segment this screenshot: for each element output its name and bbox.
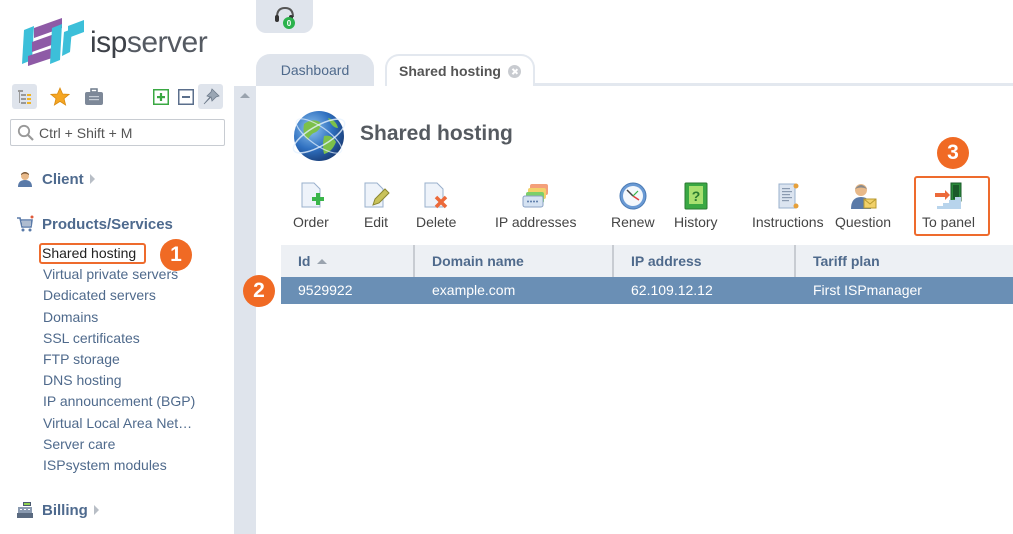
page-title: Shared hosting	[360, 122, 513, 145]
annotation-badge-2: 2	[243, 275, 275, 307]
column-header-id[interactable]: Id	[281, 245, 415, 277]
tab-label: Dashboard	[280, 62, 350, 78]
support-count: 0	[286, 19, 291, 28]
sidebar-section-client[interactable]: Client	[16, 170, 95, 188]
sidebar-item-dedicated-servers[interactable]: Dedicated servers	[43, 285, 195, 306]
sidebar-toolbar	[12, 84, 224, 110]
scroll-up-arrow-icon[interactable]	[240, 93, 250, 98]
toolbar-label: History	[674, 214, 718, 230]
delete-x-icon	[424, 182, 448, 209]
tab-dashboard[interactable]: Dashboard	[256, 54, 374, 86]
tab-label: Shared hosting	[399, 63, 501, 79]
question-button[interactable]: Question	[835, 180, 891, 230]
sidebar-item-ip-announcement[interactable]: IP announcement (BGP)	[43, 391, 195, 412]
sidebar-section-label: Products/Services	[42, 215, 173, 233]
toolbar-label: Question	[835, 214, 892, 230]
history-button[interactable]: ? History	[674, 180, 718, 230]
sidebar-item-server-care[interactable]: Server care	[43, 434, 195, 455]
sidebar-item-dns-hosting[interactable]: DNS hosting	[43, 370, 195, 391]
ip-addresses-icon	[522, 184, 548, 208]
column-header-tariff[interactable]: Tariff plan	[796, 245, 1013, 277]
favorites-star-icon	[49, 86, 70, 106]
to-panel-highlight	[914, 176, 990, 236]
delete-button[interactable]: Delete	[416, 180, 456, 230]
tab-underline	[533, 83, 1013, 86]
shopping-cart-icon	[17, 215, 34, 232]
table-header: Id Domain name IP address Tariff plan	[281, 245, 1013, 277]
pin-button[interactable]	[198, 84, 223, 109]
annotation-badge-3: 3	[937, 137, 969, 169]
expand-arrow-icon	[93, 505, 99, 515]
menu-search-field[interactable]	[10, 119, 225, 146]
toolbar-label: Renew	[611, 214, 655, 230]
tree-view-icon	[17, 89, 31, 104]
client-user-icon	[18, 172, 32, 187]
sidebar-section-billing[interactable]: Billing	[16, 501, 99, 519]
expand-arrow-icon	[89, 174, 95, 184]
favorites-button[interactable]	[47, 84, 72, 109]
table-row[interactable]: 9529922 example.com 62.109.12.12 First I…	[281, 277, 1013, 304]
sidebar-splitter[interactable]	[234, 86, 256, 534]
products-menu-list: Shared hosting Virtual private servers D…	[39, 243, 195, 476]
pin-icon	[203, 87, 220, 104]
history-book-icon: ?	[684, 182, 708, 210]
logo-text: ispserver	[90, 26, 208, 59]
toolbar-label: Edit	[363, 214, 389, 230]
cash-register-icon	[17, 502, 33, 518]
support-button[interactable]: 0	[256, 0, 313, 33]
sidebar-section-label: Client	[42, 170, 84, 188]
sidebar-section-label: Billing	[42, 501, 88, 519]
briefcase-icon	[84, 87, 103, 105]
cell-id: 9529922	[298, 282, 353, 298]
order-button[interactable]: Order	[293, 180, 329, 230]
ispserver-logo[interactable]: ispserver	[22, 16, 222, 68]
renew-clock-icon	[619, 182, 647, 210]
cell-ip: 62.109.12.12	[631, 282, 713, 298]
services-table: Id Domain name IP address Tariff plan 95…	[281, 245, 1013, 304]
expand-all-icon	[152, 88, 169, 105]
tab-shared-hosting[interactable]: Shared hosting	[385, 54, 535, 86]
close-tab-icon[interactable]	[507, 64, 521, 78]
toolbar-label: Delete	[416, 214, 457, 230]
edit-button[interactable]: Edit	[360, 180, 392, 230]
ip-addresses-button[interactable]: IP addresses	[495, 180, 576, 230]
toolbar-label: Instructions	[752, 214, 824, 230]
toolbar-label: Order	[293, 214, 329, 230]
annotation-badge-1: 1	[160, 239, 192, 271]
svg-text:?: ?	[692, 188, 701, 204]
sidebar-item-ftp-storage[interactable]: FTP storage	[43, 349, 195, 370]
renew-button[interactable]: Renew	[611, 180, 655, 230]
column-header-domain[interactable]: Domain name	[415, 245, 614, 277]
instructions-scroll-icon	[778, 183, 799, 209]
headset-icon: 0	[274, 6, 295, 29]
search-icon	[17, 124, 34, 141]
instructions-button[interactable]: Instructions	[752, 180, 824, 230]
question-user-icon	[851, 184, 877, 209]
cell-domain: example.com	[432, 282, 516, 298]
sidebar: ispserver Ctrl + Shift + M Client Produc…	[0, 0, 234, 534]
expand-all-button[interactable]	[148, 84, 173, 109]
collapse-all-icon	[177, 88, 194, 105]
order-add-icon	[301, 182, 324, 208]
menu-search-input[interactable]	[39, 124, 219, 141]
sidebar-item-ssl-certificates[interactable]: SSL certificates	[43, 328, 195, 349]
sidebar-item-domains[interactable]: Domains	[43, 307, 195, 328]
tree-view-button[interactable]	[12, 84, 37, 109]
sidebar-item-vlan[interactable]: Virtual Local Area Net…	[43, 413, 195, 434]
sidebar-section-products[interactable]: Products/Services	[16, 215, 173, 233]
sort-ascending-icon	[317, 258, 328, 264]
globe-icon	[292, 111, 346, 161]
column-header-ip[interactable]: IP address	[614, 245, 796, 277]
edit-pencil-icon	[364, 182, 390, 208]
logo-mark-icon	[22, 18, 84, 66]
collapse-all-button[interactable]	[173, 84, 198, 109]
briefcase-button[interactable]	[81, 84, 106, 109]
sidebar-item-ispsystem-modules[interactable]: ISPsystem modules	[43, 455, 195, 476]
cell-tariff: First ISPmanager	[813, 282, 922, 298]
toolbar-label: IP addresses	[495, 214, 577, 230]
